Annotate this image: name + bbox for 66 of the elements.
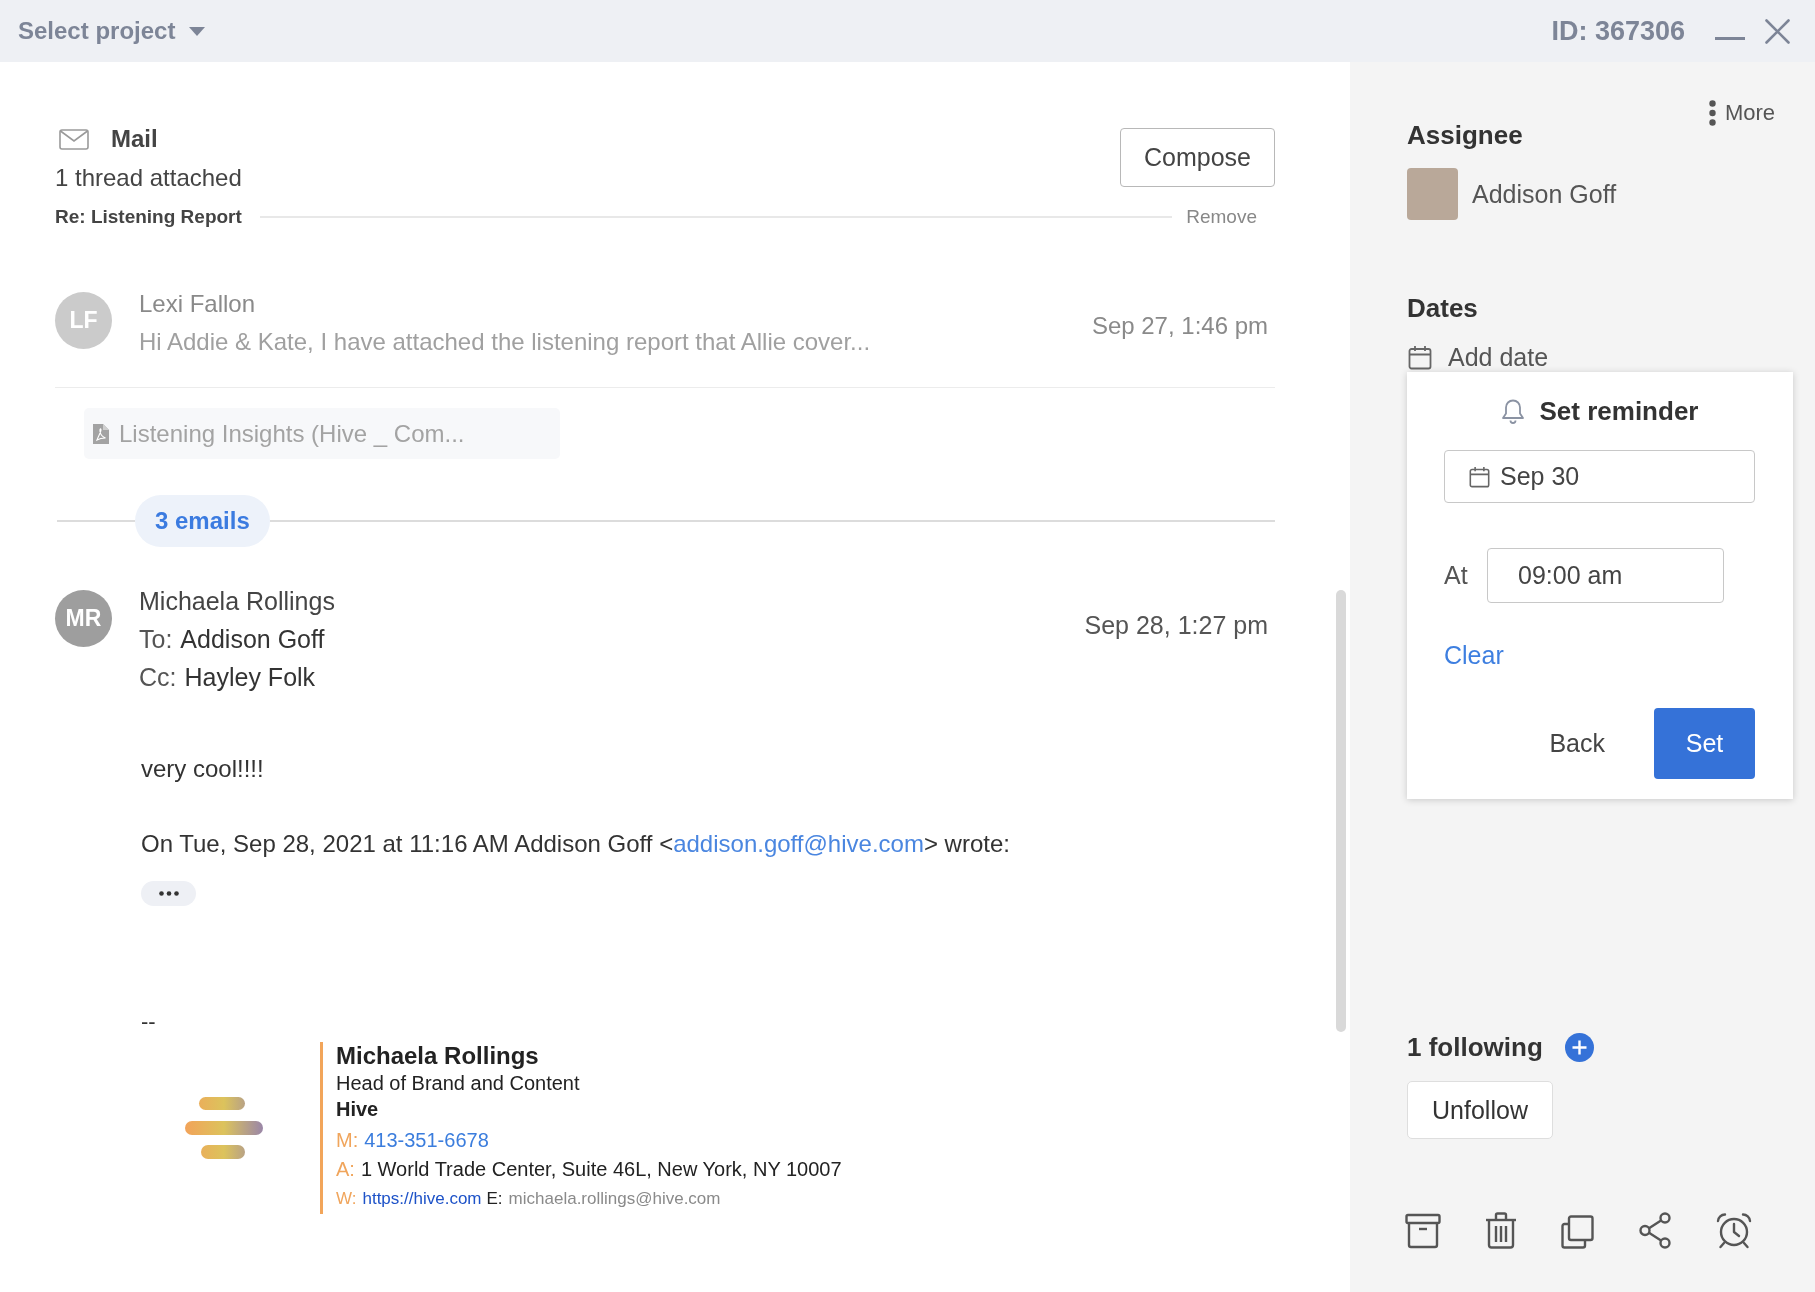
remove-link[interactable]: Remove — [1186, 206, 1257, 228]
unfollow-button[interactable]: Unfollow — [1407, 1081, 1553, 1139]
trash-icon[interactable] — [1485, 1212, 1517, 1249]
phone-label: M: — [336, 1128, 359, 1153]
archive-icon[interactable] — [1405, 1212, 1441, 1249]
assignee-heading: Assignee — [1407, 119, 1523, 152]
share-icon[interactable] — [1638, 1212, 1672, 1249]
copy-icon[interactable] — [1561, 1215, 1594, 1249]
email-label: E: — [486, 1188, 503, 1210]
record-id: ID: 367306 — [1551, 15, 1685, 47]
file-icon — [93, 423, 109, 444]
clear-button[interactable]: Clear — [1444, 640, 1504, 670]
ellipsis-icon — [158, 891, 179, 896]
show-quoted-button[interactable] — [141, 881, 196, 906]
alarm-clock-icon[interactable] — [1716, 1212, 1752, 1249]
scrollbar[interactable] — [1336, 590, 1346, 1032]
close-icon[interactable] — [1765, 18, 1790, 44]
dates-heading: Dates — [1407, 292, 1479, 325]
email-link[interactable]: addison.goff@hive.com — [673, 830, 924, 857]
cc-name: Hayley Folk — [184, 663, 316, 691]
date-field[interactable]: Sep 30 — [1444, 450, 1755, 503]
caret-icon — [189, 26, 206, 36]
photo-placeholder — [1407, 168, 1458, 220]
message-date: Sep 28, 1:27 pm — [1084, 610, 1268, 640]
signature-job-title: Head of Brand and Content — [336, 1071, 581, 1096]
back-button[interactable]: Back — [1549, 729, 1605, 758]
recipient-name: Addison Goff — [180, 625, 325, 653]
message-date: Sep 27, 1:46 pm — [1091, 311, 1268, 341]
email-address: michaela.rollings@hive.com — [508, 1188, 721, 1210]
message-body: very cool!!!! — [141, 754, 265, 784]
phone-link[interactable]: 413-351-6678 — [364, 1126, 489, 1155]
address-text: 1 World Trade Center, Suite 46L, New York, NY 10007 — [360, 1157, 842, 1182]
signature-name: Michaela Rollings — [336, 1042, 540, 1070]
assignee-name: Addison Goff — [1472, 179, 1617, 209]
envelope-icon — [59, 128, 89, 150]
recipient-label: To: — [139, 625, 173, 653]
sender-name: Lexi Fallon — [139, 289, 257, 319]
cc-label: Cc: — [139, 663, 177, 691]
address-label: A: — [336, 1157, 355, 1182]
bell-icon — [1500, 398, 1525, 424]
following-count: 1 following — [1407, 1032, 1543, 1062]
more-button[interactable]: More — [1708, 100, 1775, 126]
add-follower-icon[interactable] — [1564, 1032, 1594, 1062]
sender-avatar: MR — [55, 590, 112, 647]
logo-icon — [185, 1097, 263, 1159]
quoted-header: On Tue, Sep 28, 2021 at 11:16 AM Addison Goff <addison.goff@hive.com> wrote: — [141, 829, 1011, 859]
add-date-button[interactable]: Add date — [1407, 342, 1815, 372]
message-preview: Hi Addie & Kate, I have attached the listening report that Allie cover... — [139, 327, 872, 357]
minimize-icon[interactable] — [1715, 36, 1745, 40]
thread-summary: 1 thread attached — [55, 163, 242, 193]
time-label: At — [1444, 561, 1469, 590]
mail-title: Mail — [111, 124, 158, 154]
vertical-dots-icon — [1708, 100, 1716, 126]
sender-name: Michaela Rollings — [139, 586, 336, 617]
signature-separator: -- — [141, 1008, 157, 1036]
calendar-icon — [1408, 344, 1432, 370]
set-button[interactable]: Set — [1654, 708, 1755, 779]
signature-company: Hive — [336, 1097, 380, 1122]
website-label: W: — [336, 1188, 357, 1210]
calendar-icon — [1469, 465, 1490, 488]
website-link[interactable]: https://hive.com — [362, 1184, 482, 1214]
thread-subject: Re: Listening Report — [55, 206, 242, 228]
thread-count-button[interactable]: 3 emails — [135, 495, 270, 547]
popup-title: Set reminder — [1539, 396, 1699, 426]
compose-button[interactable]: Compose — [1120, 128, 1275, 187]
time-field[interactable]: 09:00 am — [1487, 548, 1724, 603]
